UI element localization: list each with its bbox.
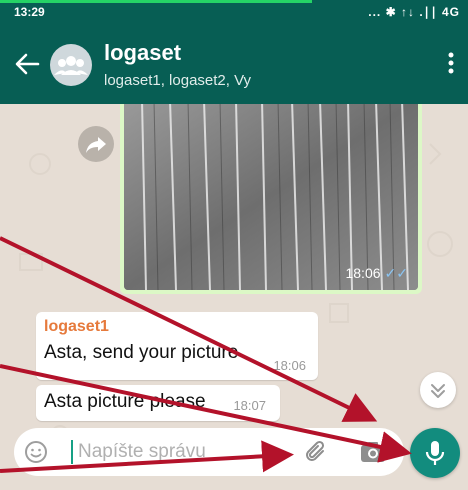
photo-content xyxy=(124,104,418,290)
image-message[interactable]: 18:06 ✓✓ xyxy=(120,104,422,294)
chat-title[interactable]: logaset xyxy=(104,40,181,66)
message-time: 18:06 ✓✓ xyxy=(345,265,408,281)
read-ticks-icon: ✓✓ xyxy=(384,265,408,281)
shared-photo[interactable]: 18:06 ✓✓ xyxy=(124,104,418,290)
loading-progress-bar xyxy=(0,0,312,3)
chat-area[interactable]: 18:06 ✓✓ logaset1 Asta, send your picture… xyxy=(0,104,468,490)
double-chevron-down-icon xyxy=(431,384,445,398)
incoming-message[interactable]: Asta picture please 18:07 xyxy=(36,385,280,421)
paperclip-icon[interactable] xyxy=(304,440,328,466)
scroll-down-button[interactable] xyxy=(420,372,456,408)
app-bar: logaset logaset1, logaset2, Vy xyxy=(0,24,468,104)
status-time: 13:29 xyxy=(14,5,45,19)
emoji-icon[interactable] xyxy=(24,440,48,464)
sender-name: logaset1 xyxy=(44,318,109,335)
group-icon xyxy=(54,56,88,75)
microphone-icon xyxy=(425,441,445,465)
camera-icon[interactable] xyxy=(360,441,386,463)
chat-participants[interactable]: logaset1, logaset2, Vy xyxy=(104,72,251,89)
back-arrow-icon[interactable] xyxy=(14,52,40,76)
group-avatar[interactable] xyxy=(50,44,92,86)
message-time: 18:07 xyxy=(233,398,266,413)
message-time: 18:06 xyxy=(273,358,306,373)
message-text: Asta, send your picture xyxy=(44,342,239,363)
voice-record-button[interactable] xyxy=(410,428,460,478)
message-input[interactable] xyxy=(78,436,278,468)
message-text: Asta picture please xyxy=(44,391,206,412)
forward-share-icon[interactable] xyxy=(78,126,114,162)
text-caret xyxy=(71,440,73,464)
vertical-dots-icon[interactable] xyxy=(448,52,454,74)
incoming-message[interactable]: logaset1 Asta, send your picture 18:06 xyxy=(36,312,318,380)
status-network-icons: ... ✱ ↑↓ .∣∣ 4G xyxy=(368,5,460,19)
message-composer xyxy=(14,428,404,476)
status-bar: 13:29 ... ✱ ↑↓ .∣∣ 4G xyxy=(0,0,468,24)
